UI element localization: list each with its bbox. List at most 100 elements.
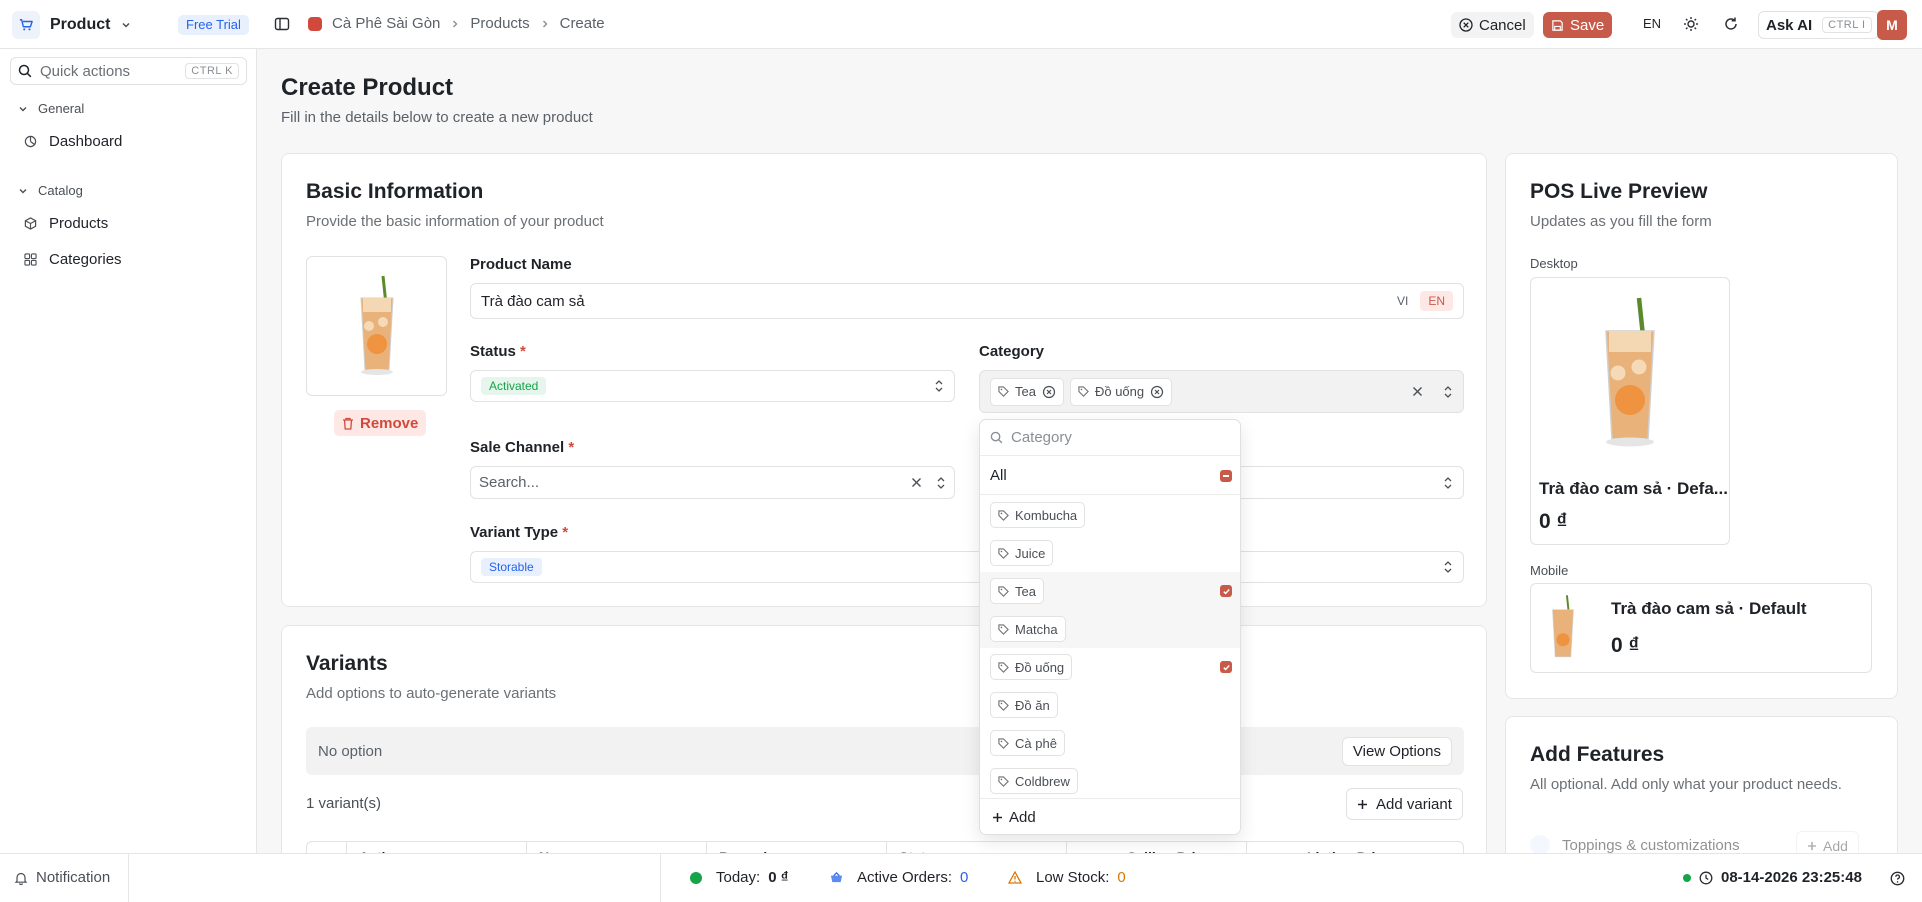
sidebar-item-categories[interactable]: Categories (24, 251, 122, 268)
chevron-right-icon (453, 20, 458, 27)
sidebar-group-label: General (38, 101, 85, 116)
quick-actions-search[interactable]: Quick actions CTRL K (10, 57, 247, 85)
column-header[interactable]: Listing Price (1247, 841, 1427, 853)
column-header[interactable]: Barcode (707, 841, 887, 853)
sidebar-toggle-icon[interactable] (274, 16, 290, 32)
app-name: Product (50, 16, 111, 33)
orders-value[interactable]: 0 (960, 869, 968, 886)
save-label: Save (1570, 16, 1605, 34)
language-switcher[interactable]: EN (1643, 16, 1661, 31)
status-bar: Notification Today: 0 ₫ Active Orders: 0… (0, 853, 1922, 902)
view-options-button[interactable]: View Options (1341, 736, 1452, 766)
remove-chip-icon[interactable] (1150, 385, 1164, 399)
help-icon[interactable] (1890, 871, 1905, 886)
mobile-product-price: 0 ₫ (1611, 634, 1640, 657)
iced-tea-glass-image (1552, 595, 1574, 658)
category-option-label: Đồ ăn (1015, 697, 1050, 713)
divider (128, 854, 129, 902)
toppings-icon (1530, 835, 1550, 853)
category-chip: Kombucha (990, 502, 1086, 528)
status-label-text: Status (470, 343, 516, 360)
add-variant-label: Add variant (1376, 795, 1452, 813)
breadcrumb-store[interactable]: Cà Phê Sài Gòn (332, 15, 440, 32)
variant-type-badge: Storable (481, 558, 542, 576)
category-option[interactable]: Kombucha (980, 496, 1240, 534)
remove-image-button[interactable]: Remove (334, 410, 427, 436)
cancel-button[interactable]: Cancel (1451, 12, 1534, 38)
column-header[interactable]: Name (527, 841, 707, 853)
add-category-label: Add (1009, 809, 1036, 826)
lang-en-button[interactable]: EN (1420, 291, 1453, 311)
indeterminate-checkbox-icon[interactable] (1220, 469, 1232, 482)
variants-table-header: Actions Name Barcode Status Selling Pric… (306, 841, 1464, 853)
quick-actions-shortcut: CTRL K (185, 63, 239, 79)
chip-label: Tea (1015, 384, 1036, 399)
variant-type-select[interactable]: Storable (470, 551, 1464, 583)
category-multiselect[interactable]: Tea Đồ uống (979, 370, 1464, 413)
add-feature-button[interactable]: Add (1796, 831, 1859, 853)
divider (660, 854, 661, 902)
refresh-icon[interactable] (1723, 16, 1739, 32)
add-features-card: Add Features All optional. Add only what… (1505, 716, 1898, 853)
notification-button[interactable]: Notification (14, 869, 110, 886)
options-bar: No option View Options (306, 727, 1464, 775)
column-header[interactable]: Status (887, 841, 1067, 853)
variant-count: 1 variant(s) (306, 795, 382, 812)
sidebar-item-dashboard[interactable]: Dashboard (24, 133, 122, 150)
save-button[interactable]: Save (1543, 12, 1613, 38)
sidebar-group-catalog[interactable]: Catalog (18, 183, 83, 198)
category-search-input[interactable]: Category (980, 420, 1240, 456)
category-option[interactable]: Cà phê (980, 724, 1240, 762)
page-title: Create Product (281, 74, 454, 101)
clear-icon[interactable] (1412, 386, 1423, 397)
chevron-down-icon (122, 22, 130, 28)
category-option-label: Coldbrew (1015, 773, 1070, 789)
category-option[interactable]: Đồ uống (980, 648, 1240, 686)
app-switcher[interactable]: Product (12, 11, 132, 39)
category-option[interactable]: Matcha (980, 610, 1240, 648)
category-option[interactable]: Coldbrew (980, 762, 1240, 800)
avatar[interactable]: M (1877, 10, 1907, 40)
category-dropdown: Category All Kombucha Juice Tea Matcha Đồ uố… (979, 419, 1241, 835)
category-option[interactable]: Juice (980, 534, 1240, 572)
sidebar-group-general[interactable]: General (18, 101, 84, 116)
product-name-label: Product Name (470, 256, 572, 273)
column-header[interactable]: Selling Price (1067, 841, 1247, 853)
grid-icon (24, 253, 37, 266)
add-category-button[interactable]: Add (980, 798, 1240, 834)
dashboard-icon (24, 135, 37, 148)
column-header[interactable]: Actions (347, 841, 527, 853)
category-option-label: Juice (1015, 545, 1046, 561)
remove-chip-icon[interactable] (1042, 385, 1056, 399)
sun-icon[interactable] (1683, 16, 1699, 32)
clock-icon (1699, 871, 1713, 884)
today-value: 0 ₫ (768, 869, 789, 886)
breadcrumb-products[interactable]: Products (470, 15, 529, 32)
preview-subtitle: Updates as you fill the form (1530, 213, 1712, 230)
status-select[interactable]: Activated (470, 370, 955, 402)
desktop-label: Desktop (1530, 256, 1578, 271)
checkbox-checked-icon[interactable] (1220, 661, 1232, 673)
add-variant-button[interactable]: Add variant (1346, 788, 1463, 820)
category-option[interactable]: Đồ ăn (980, 686, 1240, 724)
lowstock-value[interactable]: 0 (1117, 869, 1125, 886)
basic-info-title: Basic Information (306, 180, 484, 203)
feature-label: Toppings & customizations (1562, 836, 1740, 854)
checkbox-checked-icon[interactable] (1220, 585, 1232, 597)
trial-badge: Free Trial (178, 15, 249, 35)
lang-vi-button[interactable]: VI (1389, 291, 1416, 311)
search-icon (18, 64, 32, 78)
preview-title: POS Live Preview (1530, 180, 1708, 203)
no-option-text: No option (318, 742, 383, 760)
category-option-all[interactable]: All (980, 457, 1240, 495)
product-name-input[interactable]: Trà đào cam sả VI EN (470, 283, 1464, 319)
feature-toppings[interactable]: Toppings & customizations (1530, 835, 1740, 853)
clear-icon[interactable] (911, 477, 922, 488)
sale-channel-select[interactable]: Search... (470, 466, 955, 499)
sidebar-item-products[interactable]: Products (24, 215, 108, 232)
desktop-product-price: 0 ₫ (1539, 510, 1568, 533)
category-option[interactable]: Tea (980, 572, 1240, 610)
ask-ai-button[interactable]: Ask AI CTRL I (1758, 11, 1879, 39)
select-all-checkbox[interactable] (307, 841, 347, 853)
product-image[interactable] (306, 256, 447, 396)
